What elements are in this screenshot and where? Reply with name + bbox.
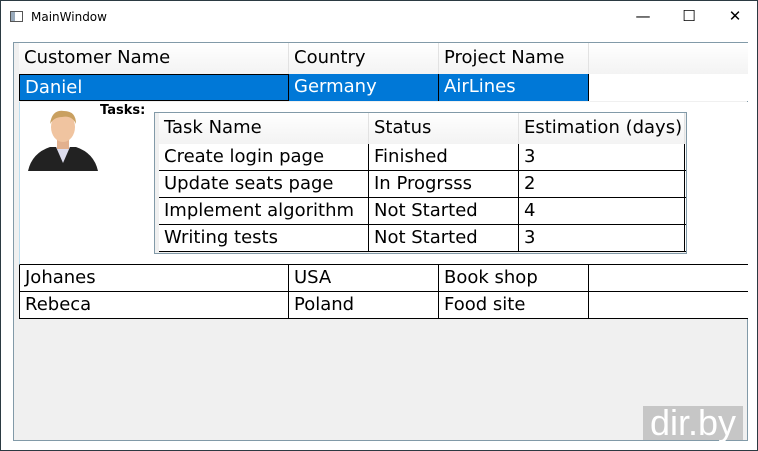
column-header-project-name[interactable]: Project Name — [439, 43, 589, 74]
customer-photo — [28, 110, 98, 171]
table-row[interactable]: Johanes USA Book shop — [19, 265, 748, 292]
task-status[interactable]: In Progrsss — [369, 171, 519, 197]
cell-project[interactable]: Book shop — [439, 265, 589, 291]
window-title: MainWindow — [31, 10, 107, 24]
table-row[interactable]: Rebeca Poland Food site — [19, 292, 748, 319]
cell-name[interactable]: Johanes — [19, 265, 289, 291]
table-row[interactable]: Daniel Germany AirLines — [19, 74, 748, 101]
column-header-country[interactable]: Country — [289, 43, 439, 74]
column-header-task-name[interactable]: Task Name — [159, 113, 369, 144]
cell-project[interactable]: AirLines — [439, 74, 589, 101]
task-name[interactable]: Writing tests — [159, 225, 369, 251]
tasks-label: Tasks: — [100, 103, 146, 118]
task-name[interactable]: Implement algorithm — [159, 198, 369, 224]
task-name[interactable]: Update seats page — [159, 171, 369, 197]
task-estimation[interactable]: 3 — [519, 225, 685, 251]
task-name[interactable]: Create login page — [159, 144, 369, 170]
cell-country[interactable]: Poland — [289, 292, 439, 318]
task-row[interactable]: Writing tests Not Started 3 — [159, 225, 686, 252]
app-icon — [10, 11, 23, 22]
column-header-status[interactable]: Status — [369, 113, 519, 144]
cell-name[interactable]: Rebeca — [19, 292, 289, 318]
tasks-grid[interactable]: Task Name Status Estimation (days) Creat… — [154, 112, 687, 254]
task-estimation[interactable]: 2 — [519, 171, 685, 197]
column-header-filler — [589, 43, 748, 74]
cell-country[interactable]: USA — [289, 265, 439, 291]
watermark: dir.by — [643, 405, 743, 441]
customers-grid[interactable]: Customer Name Country Project Name Danie… — [13, 42, 748, 441]
main-window: MainWindow — ☐ ✕ Customer Name Country P… — [0, 0, 758, 451]
row-details: Tasks: Task Name Status Estimation (days… — [19, 102, 748, 265]
task-estimation[interactable]: 3 — [519, 144, 685, 170]
cell-name[interactable]: Daniel — [19, 74, 289, 101]
task-status[interactable]: Finished — [369, 144, 519, 170]
task-status[interactable]: Not Started — [369, 198, 519, 224]
cell-project[interactable]: Food site — [439, 292, 589, 318]
task-estimation[interactable]: 4 — [519, 198, 685, 224]
minimize-button[interactable]: — — [620, 1, 666, 32]
task-row[interactable]: Implement algorithm Not Started 4 — [159, 198, 686, 225]
column-header-estimation[interactable]: Estimation (days) — [519, 113, 685, 144]
task-status[interactable]: Not Started — [369, 225, 519, 251]
task-row[interactable]: Create login page Finished 3 — [159, 144, 686, 171]
close-button[interactable]: ✕ — [712, 1, 758, 32]
cell-country[interactable]: Germany — [289, 74, 439, 101]
column-header-customer-name[interactable]: Customer Name — [19, 43, 289, 74]
task-row[interactable]: Update seats page In Progrsss 2 — [159, 171, 686, 198]
maximize-button[interactable]: ☐ — [666, 1, 712, 32]
